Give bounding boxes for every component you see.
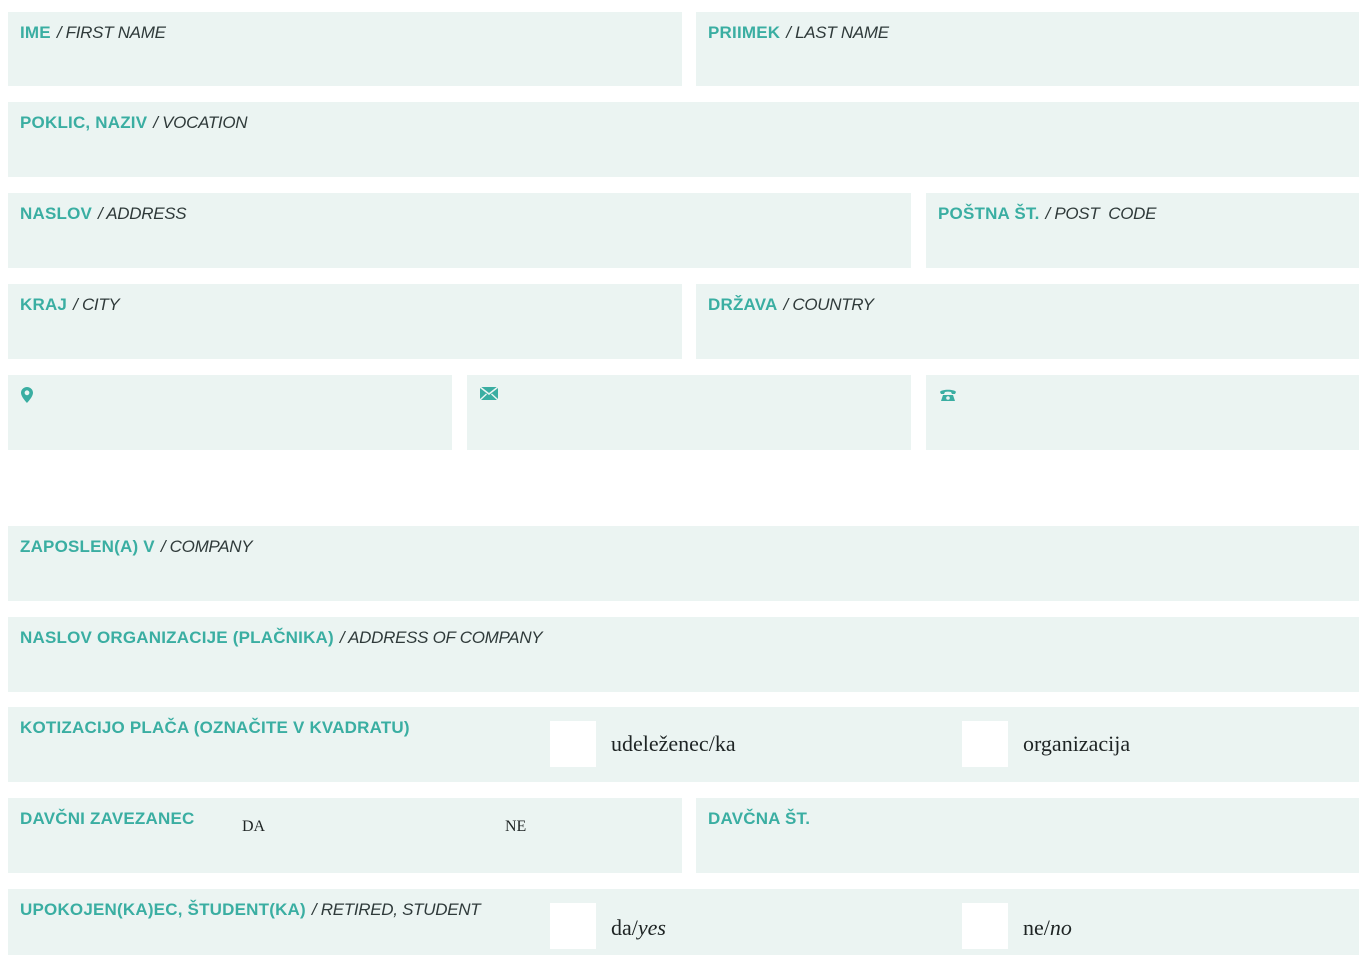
participant-option-label: udeleženec/ka [611,731,736,756]
tax-payer-label: DAVČNI ZAVEZANEC [20,809,195,828]
post-code-field[interactable]: POŠTNA ŠT. / POST CODE [926,193,1359,268]
city-label: KRAJ / CITY [20,295,120,314]
retired-student-label: UPOKOJEN(KA)EC, ŠTUDENT(KA) / RETIRED, ST… [20,900,481,919]
tax-number-field[interactable]: DAVČNA ŠT. [696,798,1359,873]
country-label: DRŽAVA / COUNTRY [708,295,874,314]
retired-no-label: ne/no [1023,915,1072,940]
location-input[interactable] [8,413,452,450]
organization-option-label: organizacija [1023,731,1131,756]
phone-field[interactable] [926,375,1359,450]
phone-input[interactable] [926,413,1359,450]
fee-payer-label: KOTIZACIJO PLAČA (OZNAČITE V KVADRATU) [20,718,410,737]
company-address-input[interactable] [8,655,1359,692]
city-field[interactable]: KRAJ / CITY [8,284,682,359]
email-input[interactable] [467,413,911,450]
city-input[interactable] [8,322,682,359]
tax-payer-no-option[interactable]: NE [505,818,526,836]
company-field[interactable]: ZAPOSLEN(A) V / COMPANY [8,526,1359,601]
tax-number-input[interactable] [696,836,1359,873]
retired-yes-label: da/yes [611,915,666,940]
last-name-input[interactable] [696,50,1359,86]
company-label: ZAPOSLEN(A) V / COMPANY [20,537,253,556]
company-input[interactable] [8,564,1359,601]
post-code-label: POŠTNA ŠT. / POST CODE [938,204,1157,223]
last-name-label: PRIIMEK / LAST NAME [708,23,889,42]
company-address-label: NASLOV ORGANIZACIJE (PLAČNIKA) / ADDRESS … [20,628,543,647]
telephone-icon [939,387,957,406]
address-field[interactable]: NASLOV / ADDRESS [8,193,911,268]
company-address-field[interactable]: NASLOV ORGANIZACIJE (PLAČNIKA) / ADDRESS … [8,617,1359,692]
retired-yes-checkbox[interactable] [550,903,596,949]
tax-number-label: DAVČNA ŠT. [708,809,811,828]
country-field[interactable]: DRŽAVA / COUNTRY [696,284,1359,359]
fee-payer-field: KOTIZACIJO PLAČA (OZNAČITE V KVADRATU) u… [8,707,1359,782]
vocation-input[interactable] [8,140,1359,177]
organization-checkbox[interactable] [962,721,1008,767]
address-input[interactable] [8,231,911,268]
post-code-input[interactable] [926,231,1359,268]
first-name-label: IME / FIRST NAME [20,23,166,42]
email-field[interactable] [467,375,911,450]
envelope-icon [479,386,499,404]
last-name-field[interactable]: PRIIMEK / LAST NAME [696,12,1359,86]
retired-student-field: UPOKOJEN(KA)EC, ŠTUDENT(KA) / RETIRED, ST… [8,889,1359,955]
participant-checkbox[interactable] [550,721,596,767]
location-pin-icon [21,387,33,407]
vocation-field[interactable]: POKLIC, NAZIV / VOCATION [8,102,1359,177]
first-name-input[interactable] [8,50,682,86]
country-input[interactable] [696,322,1359,359]
location-field[interactable] [8,375,452,450]
first-name-field[interactable]: IME / FIRST NAME [8,12,682,86]
tax-payer-yes-option[interactable]: DA [242,818,265,836]
address-label: NASLOV / ADDRESS [20,204,187,223]
tax-payer-field: DAVČNI ZAVEZANEC DA NE [8,798,682,873]
retired-no-checkbox[interactable] [962,903,1008,949]
vocation-label: POKLIC, NAZIV / VOCATION [20,113,248,132]
